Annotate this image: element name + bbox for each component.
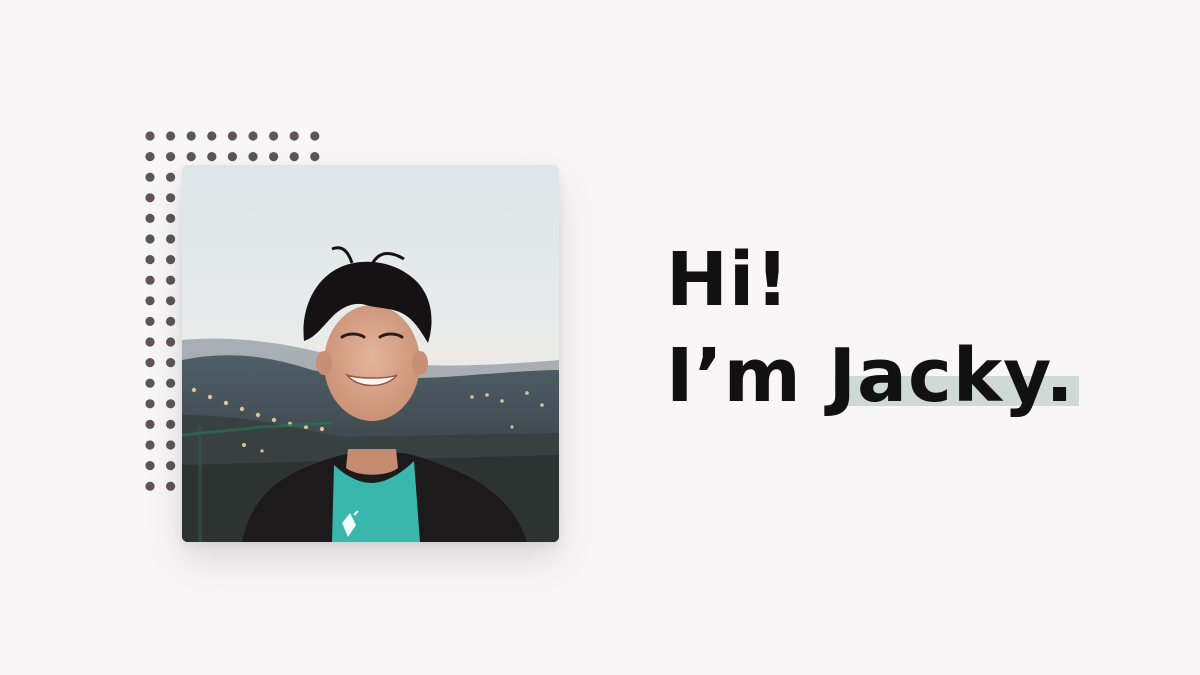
decorative-dot	[166, 131, 176, 141]
decorative-dot	[207, 152, 217, 162]
decorative-dot	[145, 172, 155, 182]
decorative-dot	[166, 419, 176, 429]
decorative-dot	[289, 152, 299, 162]
decorative-dot	[166, 440, 176, 450]
decorative-dot	[145, 296, 155, 306]
decorative-dot	[145, 481, 155, 491]
decorative-dot	[166, 152, 176, 162]
decorative-dot	[166, 481, 176, 491]
decorative-dot	[166, 213, 176, 223]
decorative-dot	[269, 131, 279, 141]
decorative-dot	[207, 131, 217, 141]
name-highlighted: Jacky.	[829, 328, 1079, 424]
decorative-dot	[166, 399, 176, 409]
greeting-heading: Hi! I’m Jacky.	[666, 232, 1079, 424]
decorative-dot	[166, 358, 176, 368]
decorative-dot	[289, 131, 299, 141]
decorative-dot	[248, 152, 258, 162]
decorative-dot	[145, 358, 155, 368]
decorative-dot	[227, 131, 237, 141]
decorative-dot	[145, 378, 155, 388]
decorative-dot	[166, 378, 176, 388]
decorative-dot	[269, 152, 279, 162]
decorative-dot	[166, 255, 176, 265]
portrait-illustration	[182, 165, 559, 542]
decorative-dot	[227, 152, 237, 162]
decorative-dot	[166, 316, 176, 326]
greeting-line-hi: Hi!	[666, 237, 791, 323]
decorative-dot	[166, 461, 176, 471]
decorative-dot	[186, 152, 196, 162]
decorative-dot	[166, 275, 176, 285]
profile-photo	[182, 165, 559, 542]
decorative-dot	[166, 172, 176, 182]
decorative-dot	[145, 213, 155, 223]
decorative-dot	[145, 337, 155, 347]
decorative-dot	[166, 234, 176, 244]
decorative-dot	[145, 152, 155, 162]
decorative-dot	[166, 193, 176, 203]
decorative-dot	[248, 131, 258, 141]
decorative-dot	[145, 461, 155, 471]
decorative-dot	[166, 337, 176, 347]
decorative-dot	[310, 131, 320, 141]
decorative-dot	[145, 234, 155, 244]
decorative-dot	[145, 440, 155, 450]
greeting-line-name: I’m Jacky.	[666, 328, 1079, 424]
decorative-dot	[145, 316, 155, 326]
decorative-dot	[145, 255, 155, 265]
decorative-dot	[310, 152, 320, 162]
decorative-dot	[145, 131, 155, 141]
decorative-dot	[145, 193, 155, 203]
decorative-dot	[186, 131, 196, 141]
decorative-dot	[145, 419, 155, 429]
decorative-dot	[166, 296, 176, 306]
decorative-dot	[145, 275, 155, 285]
decorative-dot	[145, 399, 155, 409]
greeting-prefix: I’m	[666, 333, 829, 419]
